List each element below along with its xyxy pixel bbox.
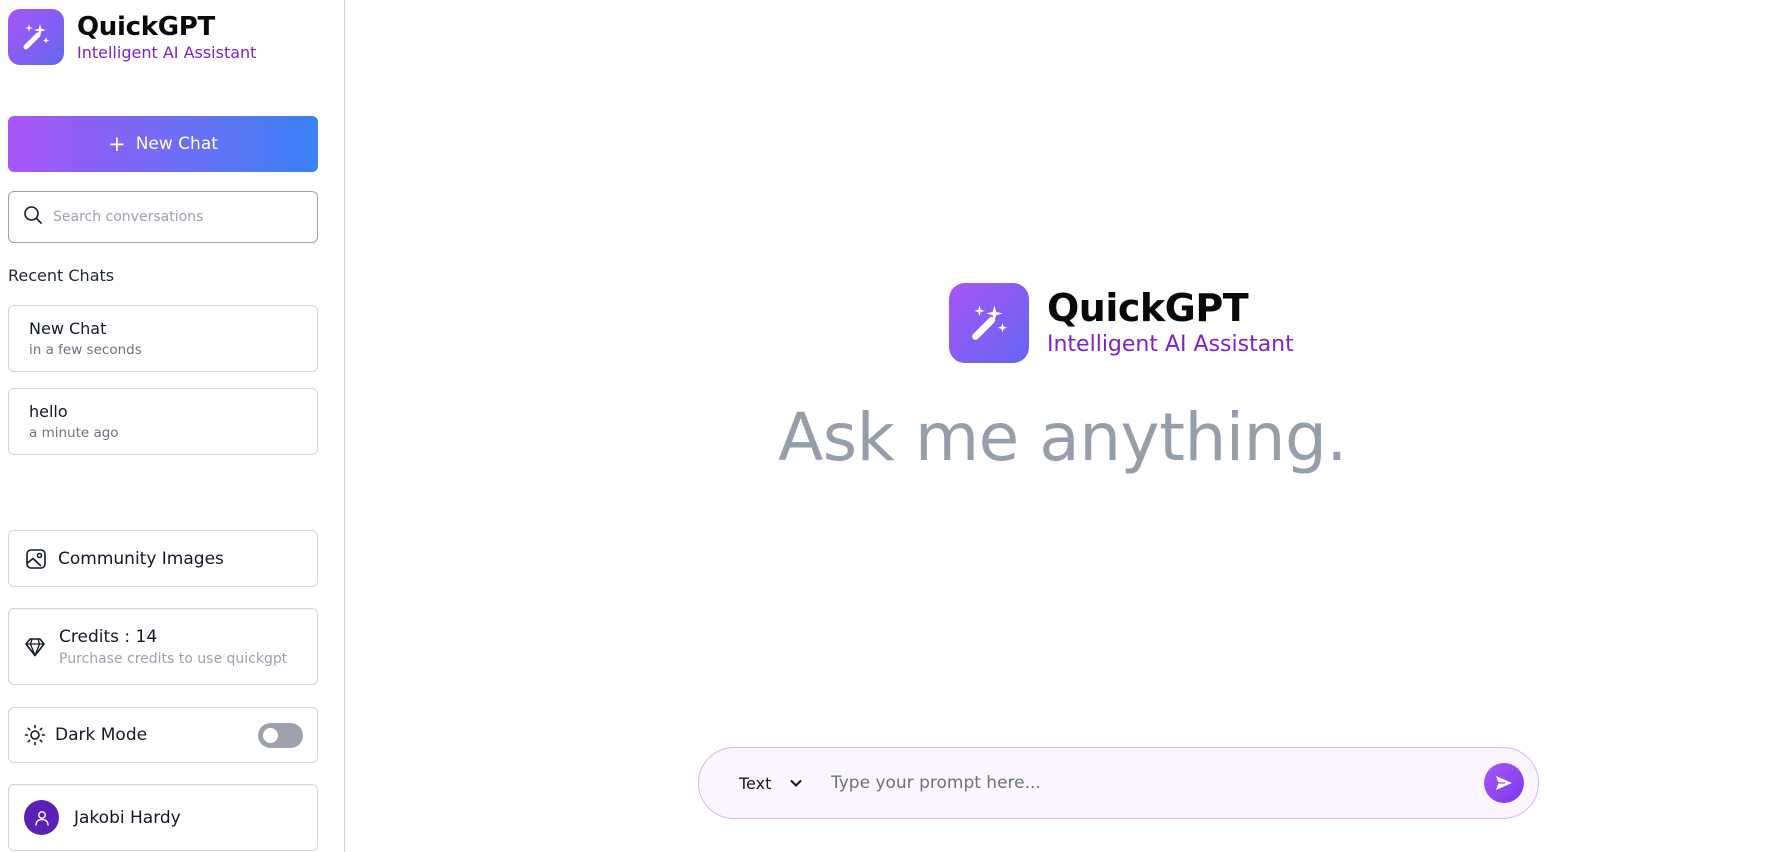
search-box[interactable] <box>8 191 318 243</box>
dark-mode-label: Dark Mode <box>55 725 148 745</box>
credits-subtext: Purchase credits to use quickgpt <box>59 650 288 667</box>
chat-item-time: in a few seconds <box>29 342 142 358</box>
send-icon <box>1496 776 1512 790</box>
user-name: Jakobi Hardy <box>74 807 181 828</box>
recent-chats-heading: Recent Chats <box>8 266 115 285</box>
new-chat-button[interactable]: + New Chat <box>8 116 318 172</box>
chat-item-time: a minute ago <box>29 425 119 441</box>
credits-card[interactable]: Credits : 14 Purchase credits to use qui… <box>8 608 318 685</box>
sun-icon <box>24 724 46 746</box>
avatar <box>24 800 59 835</box>
image-icon <box>25 548 47 570</box>
user-icon <box>34 810 49 826</box>
mode-select-value: Text <box>739 773 772 793</box>
sidebar-brand[interactable]: QuickGPT Intelligent AI Assistant <box>8 9 256 65</box>
chat-item-title: New Chat <box>29 319 107 338</box>
hero-brand: QuickGPT Intelligent AI Assistant <box>949 283 1294 363</box>
community-images-button[interactable]: Community Images <box>8 530 318 587</box>
tagline: Ask me anything. <box>778 399 1347 476</box>
plus-icon: + <box>108 131 126 156</box>
search-icon <box>23 205 43 229</box>
chat-item[interactable]: hello a minute ago <box>8 388 318 455</box>
credits-label: Credits : 14 <box>59 626 158 647</box>
toggle-knob <box>263 728 278 743</box>
new-chat-label: New Chat <box>135 134 218 154</box>
main-panel: QuickGPT Intelligent AI Assistant Ask me… <box>347 0 1778 852</box>
hero-title: QuickGPT <box>1047 286 1249 330</box>
diamond-icon <box>24 636 46 658</box>
search-input[interactable] <box>53 209 293 225</box>
dark-mode-toggle[interactable] <box>258 723 303 748</box>
send-button[interactable] <box>1484 763 1524 803</box>
mode-select[interactable]: Text <box>739 774 827 793</box>
chat-item[interactable]: New Chat in a few seconds <box>8 305 318 372</box>
brand-title: QuickGPT <box>77 11 215 42</box>
user-profile[interactable]: Jakobi Hardy <box>8 784 318 851</box>
sidebar: QuickGPT Intelligent AI Assistant + New … <box>0 0 345 852</box>
dark-mode-row: Dark Mode <box>8 707 318 763</box>
prompt-input[interactable] <box>831 773 1484 793</box>
prompt-bar: Text <box>698 747 1539 819</box>
chevron-down-icon <box>789 776 803 790</box>
brand-subtitle: Intelligent AI Assistant <box>77 42 257 62</box>
magic-wand-icon <box>8 9 64 65</box>
hero-subtitle: Intelligent AI Assistant <box>1047 332 1294 357</box>
chat-item-title: hello <box>29 402 68 421</box>
community-images-label: Community Images <box>58 548 224 569</box>
magic-wand-icon <box>949 283 1029 363</box>
